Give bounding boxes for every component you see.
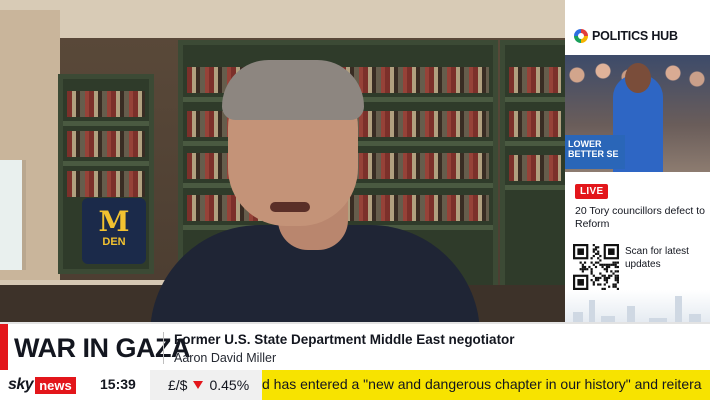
politics-hub-panel: POLITICS HUB LOWER BETTER SE LIVE 20 Tor… — [565, 0, 710, 330]
ticker-bar: sky news 15:39 £/$ 0.45% d has entered a… — [0, 370, 710, 400]
ceiling — [0, 0, 565, 38]
politics-hub-title: POLITICS HUB — [592, 29, 678, 43]
down-arrow-icon — [193, 381, 204, 389]
speaker-head — [625, 63, 651, 93]
lower-third: WAR IN GAZA Former U.S. State Department… — [0, 322, 710, 372]
bookshelf-right — [500, 40, 565, 300]
politics-hub-header: POLITICS HUB — [565, 18, 710, 54]
michigan-bag: M DEN — [82, 198, 146, 264]
lower-third-divider — [163, 332, 164, 364]
guest-name: Aaron David Miller — [174, 351, 277, 365]
window — [0, 160, 26, 270]
market-ticker: £/$ 0.45% — [150, 370, 262, 400]
interviewee — [150, 60, 480, 330]
currency-pair: £/$ — [168, 377, 188, 393]
guest-caption: Former U.S. State Department Middle East… — [174, 332, 515, 347]
video-feed: M DEN — [0, 0, 565, 330]
news-logo-box: news — [35, 376, 76, 394]
qr-code-icon[interactable] — [573, 244, 619, 290]
news-crawl-text: d has entered a "new and dangerous chapt… — [262, 376, 702, 392]
currency-change: 0.45% — [209, 377, 250, 393]
interviewee-hair — [222, 60, 364, 120]
scan-text: Scan for latest updates — [625, 246, 689, 270]
campaign-sign: LOWER BETTER SE — [565, 135, 625, 169]
hub-story-text: 20 Tory councillors defect to Reform — [575, 205, 705, 230]
sky-news-logo: sky news — [8, 376, 76, 394]
lower-third-accent — [0, 324, 8, 372]
sky-logo-word: sky — [8, 376, 34, 393]
politics-hub-icon — [574, 29, 588, 43]
qr-code-graphic — [573, 244, 619, 290]
bag-letter: M — [98, 205, 130, 238]
interviewee-mouth — [270, 202, 310, 212]
live-badge: LIVE — [575, 184, 609, 199]
bag-text: DEN — [102, 236, 126, 248]
news-crawl: d has entered a "new and dangerous chapt… — [262, 370, 710, 400]
clock: 15:39 — [100, 376, 136, 392]
politics-hub-photo: LOWER BETTER SE — [565, 55, 710, 172]
